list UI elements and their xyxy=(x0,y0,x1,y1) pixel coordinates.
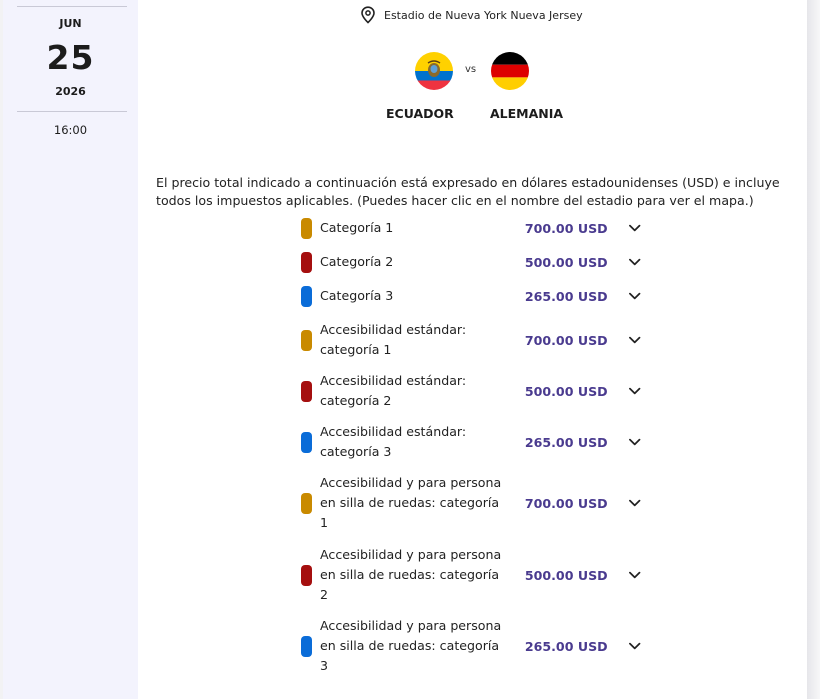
date-divider-bottom xyxy=(17,111,127,112)
germany-flag-icon xyxy=(491,52,529,90)
category-color-swatch xyxy=(301,251,312,273)
category-label: Accesibilidad estándar: categoría 2 xyxy=(320,373,467,408)
category-row[interactable]: Categoría 2 500.00 USD xyxy=(301,251,641,273)
chevron-down-icon[interactable] xyxy=(628,257,641,267)
category-row[interactable]: Categoría 1 700.00 USD xyxy=(301,217,641,239)
category-row[interactable]: Accesibilidad y para persona en silla de… xyxy=(301,616,641,676)
vs-label: vs xyxy=(465,64,477,75)
category-label: Accesibilidad y para persona en silla de… xyxy=(320,547,502,602)
category-label: Categoría 3 xyxy=(320,288,394,303)
category-color-swatch xyxy=(301,380,312,402)
category-row[interactable]: Categoría 3 265.00 USD xyxy=(301,285,641,307)
category-price: 500.00 USD xyxy=(524,383,608,399)
category-row[interactable]: Accesibilidad estándar: categoría 2 500.0… xyxy=(301,371,641,411)
category-row[interactable]: Accesibilidad y para persona en silla de… xyxy=(301,545,641,605)
page: JUN 25 2026 16:00 Estadio de Nueva York … xyxy=(0,0,820,699)
chevron-down-icon[interactable] xyxy=(628,223,641,233)
event-time: 16:00 xyxy=(53,123,88,137)
chevron-down-icon[interactable] xyxy=(628,386,641,396)
category-color-swatch xyxy=(301,431,312,453)
category-label: Accesibilidad y para persona en silla de… xyxy=(320,618,502,673)
chevron-down-icon[interactable] xyxy=(628,291,641,301)
category-row[interactable]: Accesibilidad estándar: categoría 3 265.0… xyxy=(301,422,641,462)
ecuador-flag-icon xyxy=(415,52,453,90)
price-info-text: El precio total indicado a continuación … xyxy=(156,175,780,208)
category-price: 500.00 USD xyxy=(524,567,608,583)
category-color-swatch xyxy=(301,564,312,586)
chevron-down-icon[interactable] xyxy=(628,335,641,345)
category-price: 500.00 USD xyxy=(524,254,608,270)
category-price: 265.00 USD xyxy=(524,288,608,304)
category-color-swatch xyxy=(301,492,312,514)
venue-link[interactable]: Estadio de Nueva York Nueva Jersey xyxy=(360,6,583,24)
category-price: 700.00 USD xyxy=(524,220,608,236)
away-team-name: ALEMANIA xyxy=(490,106,564,121)
match-card: Estadio de Nueva York Nueva Jersey vs EC… xyxy=(138,0,807,699)
chevron-down-icon[interactable] xyxy=(628,641,641,651)
date-divider-top xyxy=(17,6,127,7)
category-price: 265.00 USD xyxy=(524,638,608,654)
chevron-down-icon[interactable] xyxy=(628,437,641,447)
event-month: JUN xyxy=(59,17,82,30)
category-label: Categoría 1 xyxy=(320,220,394,235)
category-row[interactable]: Accesibilidad y para persona en silla de… xyxy=(301,473,641,533)
home-team-name: ECUADOR xyxy=(386,106,454,121)
page-edge xyxy=(807,0,820,699)
chevron-down-icon[interactable] xyxy=(628,570,641,580)
map-pin-icon xyxy=(361,6,375,24)
venue-name: Estadio de Nueva York Nueva Jersey xyxy=(384,8,583,22)
category-price: 265.00 USD xyxy=(524,434,608,450)
category-color-swatch xyxy=(301,217,312,239)
category-color-swatch xyxy=(301,635,312,657)
category-label: Accesibilidad y para persona en silla de… xyxy=(320,475,502,530)
category-label: Accesibilidad estándar: categoría 1 xyxy=(320,322,467,357)
category-color-swatch xyxy=(301,285,312,307)
date-column: JUN 25 2026 16:00 xyxy=(3,0,138,699)
chevron-down-icon[interactable] xyxy=(628,498,641,508)
event-year: 2026 xyxy=(55,85,86,98)
category-label: Categoría 2 xyxy=(320,254,394,269)
category-label: Accesibilidad estándar: categoría 3 xyxy=(320,424,467,459)
category-row[interactable]: Accesibilidad estándar: categoría 1 700.0… xyxy=(301,320,641,360)
category-price: 700.00 USD xyxy=(524,495,608,511)
event-day: 25 xyxy=(46,38,95,77)
category-price: 700.00 USD xyxy=(524,332,608,348)
category-color-swatch xyxy=(301,329,312,351)
